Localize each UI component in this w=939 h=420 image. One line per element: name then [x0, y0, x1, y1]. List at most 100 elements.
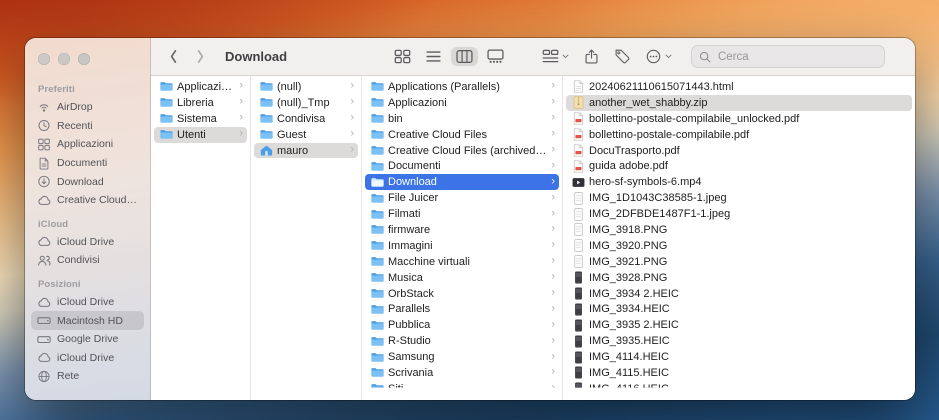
folder-row[interactable]: Macchine virtuali › [365, 254, 559, 270]
view-button[interactable] [451, 47, 478, 66]
sidebar-item[interactable]: Condivisi [31, 251, 144, 270]
folder-row[interactable]: R-Studio › [365, 333, 559, 349]
folder-name: Creative Cloud Files (archived) (1) [388, 144, 548, 157]
folder-icon [371, 303, 384, 316]
file-row[interactable]: IMG_3934 2.HEIC [566, 286, 912, 302]
forward-button[interactable] [190, 47, 211, 66]
file-row[interactable]: IMG_1D1043C38585-1.jpeg [566, 190, 912, 206]
sidebar-item[interactable]: Creative Cloud Files [31, 191, 144, 210]
folder-row[interactable]: mauro › [254, 142, 358, 159]
sidebar-item[interactable]: iCloud Drive [31, 233, 144, 252]
file-row[interactable]: guida adobe.pdf [566, 158, 912, 174]
sidebar-item[interactable]: iCloud Drive [31, 349, 144, 368]
sidebar-item[interactable]: Applicazioni [31, 135, 144, 154]
file-row[interactable]: IMG_3921.PNG [566, 254, 912, 270]
sidebar: Preferiti AirDrop Recenti Applicazioni D… [25, 38, 151, 400]
toolbar-button[interactable] [640, 47, 677, 66]
file-row[interactable]: DocuTrasporto.pdf [566, 143, 912, 159]
folder-row[interactable]: Libreria › [154, 95, 247, 111]
folder-icon [260, 112, 273, 125]
folder-row[interactable]: Documenti › [365, 158, 559, 174]
folder-row[interactable]: Applicazioni › [154, 79, 247, 95]
file-row[interactable]: 20240621110615071443.html [566, 79, 912, 95]
back-button[interactable] [163, 47, 184, 66]
file-row[interactable]: IMG_4114.HEIC [566, 349, 912, 365]
document-icon [37, 157, 51, 170]
folder-row[interactable]: Download › [365, 174, 559, 191]
zoom-button[interactable] [78, 53, 90, 65]
sidebar-item[interactable]: Recenti [31, 117, 144, 136]
folder-row[interactable]: OrbStack › [365, 286, 559, 302]
folder-row[interactable]: Creative Cloud Files (archived) (1) › [365, 143, 559, 159]
pdf-file-icon [572, 144, 585, 157]
folder-row[interactable]: Siti › [365, 381, 559, 388]
file-name: IMG_3918.PNG [589, 223, 668, 236]
file-row[interactable]: IMG_3928.PNG [566, 270, 912, 286]
folder-icon [160, 96, 173, 109]
column-users[interactable]: (null) › (null)_Tmp › Condivisa › Guest … [251, 76, 362, 400]
file-row[interactable]: IMG_3920.PNG [566, 238, 912, 254]
folder-row[interactable]: Immagini › [365, 238, 559, 254]
folder-row[interactable]: Sistema › [154, 111, 247, 127]
folder-row[interactable]: Condivisa › [254, 111, 358, 127]
folder-icon [371, 96, 384, 109]
folder-row[interactable]: Guest › [254, 127, 358, 143]
file-row[interactable]: hero-sf-symbols-6.mp4 [566, 174, 912, 190]
sidebar-item[interactable]: AirDrop [31, 98, 144, 117]
file-row[interactable]: IMG_3935.HEIC [566, 333, 912, 349]
toolbar-button[interactable] [537, 47, 574, 66]
folder-row[interactable]: Samsung › [365, 349, 559, 365]
folder-row[interactable]: Applications (Parallels) › [365, 79, 559, 95]
file-row[interactable]: another_wet_shabby.zip [566, 94, 912, 111]
file-row[interactable]: IMG_4115.HEIC [566, 365, 912, 381]
file-row[interactable]: IMG_3934.HEIC [566, 301, 912, 317]
file-name: bollettino-postale-compilabile.pdf [589, 128, 750, 141]
folder-name: Documenti [388, 160, 441, 173]
folder-row[interactable]: Creative Cloud Files › [365, 127, 559, 143]
toolbar-button[interactable] [609, 47, 636, 66]
close-button[interactable] [38, 53, 50, 65]
file-row[interactable]: IMG_3918.PNG [566, 222, 912, 238]
sidebar-item[interactable]: Download [31, 172, 144, 191]
search-field[interactable] [691, 45, 885, 68]
folder-row[interactable]: Utenti › [154, 126, 247, 143]
view-button[interactable] [482, 47, 509, 66]
file-row[interactable]: IMG_4116.HEIC [566, 381, 912, 388]
sidebar-item[interactable]: Rete [31, 367, 144, 386]
chevron-right-icon: › [350, 95, 354, 108]
file-name: hero-sf-symbols-6.mp4 [589, 176, 702, 189]
folder-row[interactable]: Parallels › [365, 301, 559, 317]
file-row[interactable]: IMG_3935 2.HEIC [566, 317, 912, 333]
search-input[interactable] [716, 49, 877, 64]
toolbar-button[interactable] [578, 47, 605, 66]
folder-row[interactable]: Pubblica › [365, 317, 559, 333]
folder-row[interactable]: Scrivania › [365, 365, 559, 381]
sidebar-item-label: Download [57, 175, 104, 188]
view-switcher [389, 47, 509, 66]
sidebar-item[interactable]: Google Drive [31, 330, 144, 349]
folder-row[interactable]: File Juicer › [365, 190, 559, 206]
column-home[interactable]: Applications (Parallels) › Applicazioni … [362, 76, 563, 400]
folder-row[interactable]: (null)_Tmp › [254, 95, 358, 111]
folder-row[interactable]: firmware › [365, 222, 559, 238]
folder-row[interactable]: Filmati › [365, 206, 559, 222]
file-row[interactable]: bollettino-postale-compilabile.pdf [566, 127, 912, 143]
sidebar-item[interactable]: Documenti [31, 154, 144, 173]
sidebar-item[interactable]: Macintosh HD [31, 311, 144, 330]
folder-icon [160, 112, 173, 125]
column-root[interactable]: Applicazioni › Libreria › Sistema › Uten… [151, 76, 251, 400]
chevron-right-icon: › [350, 79, 354, 92]
file-row[interactable]: bollettino-postale-compilabile_unlocked.… [566, 111, 912, 127]
folder-row[interactable]: (null) › [254, 79, 358, 95]
folder-row[interactable]: Applicazioni › [365, 95, 559, 111]
folder-row[interactable]: bin › [365, 111, 559, 127]
photo-dark-icon [572, 271, 585, 284]
file-name: IMG_3935 2.HEIC [589, 319, 679, 332]
column-downloads[interactable]: 20240621110615071443.html another_wet_sh… [563, 76, 915, 400]
view-button[interactable] [420, 47, 447, 66]
file-row[interactable]: IMG_2DFBDE1487F1-1.jpeg [566, 206, 912, 222]
sidebar-item[interactable]: iCloud Drive [31, 293, 144, 312]
view-button[interactable] [389, 47, 416, 66]
minimize-button[interactable] [58, 53, 70, 65]
folder-row[interactable]: Musica › [365, 270, 559, 286]
